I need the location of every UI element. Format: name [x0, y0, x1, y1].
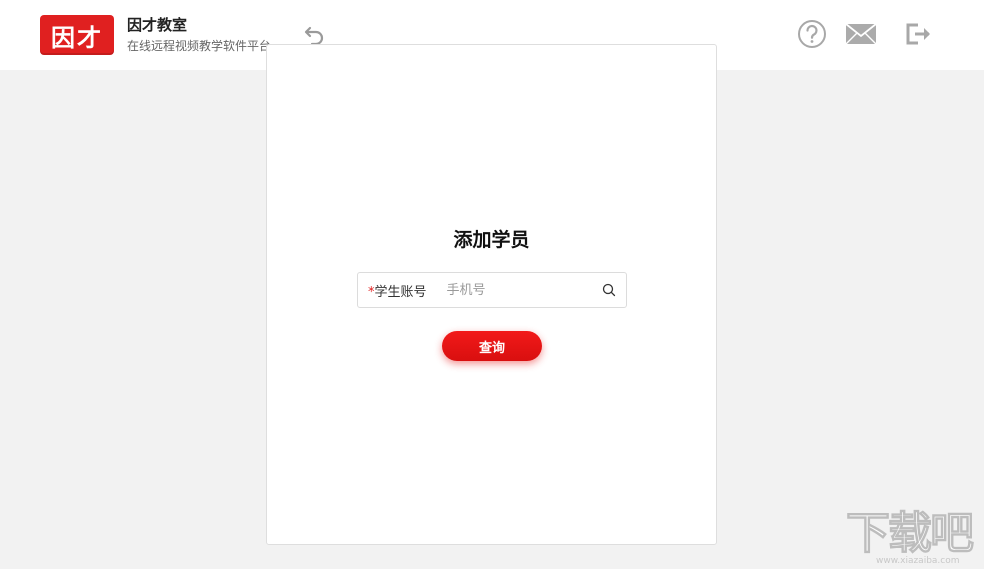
logout-icon[interactable]	[901, 18, 935, 50]
envelope-icon[interactable]	[844, 18, 878, 50]
field-label-text: 学生账号	[374, 284, 427, 300]
watermark-text: 下载吧	[846, 508, 975, 560]
field-label: *学生账号	[368, 281, 427, 300]
watermark: 下载吧 www.xiazaiba.com	[846, 508, 980, 567]
brand-name: 因才教室	[127, 16, 188, 34]
logo-text: 因才	[51, 23, 103, 52]
brand-subtitle: 在线远程视频教学软件平台	[127, 39, 272, 53]
add-student-dialog: 添加学员 *学生账号 查询	[266, 44, 717, 545]
dialog-title: 添加学员	[453, 229, 530, 251]
question-circle-icon[interactable]	[795, 18, 829, 50]
app-logo: 因才	[40, 15, 114, 55]
student-account-field: *学生账号	[357, 272, 627, 308]
watermark-url: www.xiazaiba.com	[876, 556, 960, 566]
search-icon[interactable]	[602, 283, 616, 297]
query-button[interactable]: 查询	[442, 331, 542, 361]
phone-number-input[interactable]	[444, 281, 589, 299]
